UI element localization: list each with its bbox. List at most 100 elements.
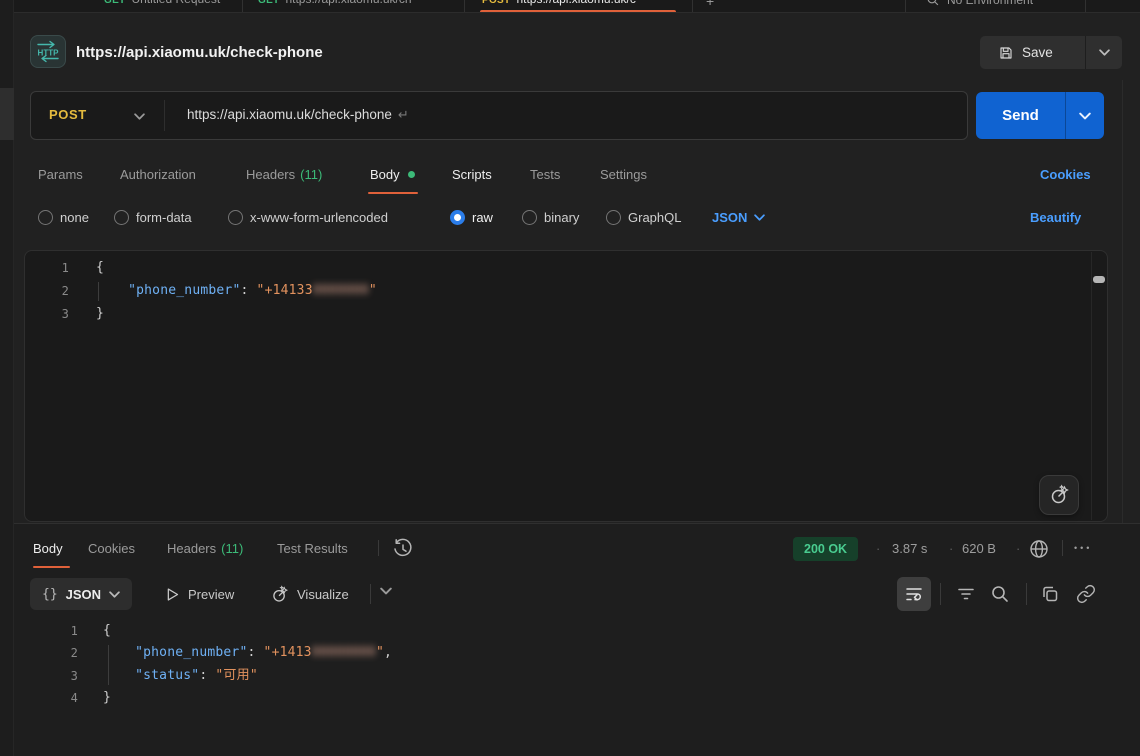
redacted-text: 00000000 xyxy=(312,645,376,660)
chevron-down-icon xyxy=(109,591,120,598)
line-number: 4 xyxy=(24,687,78,709)
headers-count: (11) xyxy=(300,167,322,182)
radio-icon xyxy=(228,210,243,225)
response-tab-test-results[interactable]: Test Results xyxy=(277,541,348,556)
active-tab-indicator xyxy=(368,192,418,194)
tab-divider xyxy=(692,0,693,13)
tab-headers[interactable]: Headers(11) xyxy=(246,167,322,182)
save-icon xyxy=(998,45,1014,61)
line-number: 1 xyxy=(24,620,78,642)
chevron-down-icon[interactable] xyxy=(134,113,145,120)
chevron-down-icon xyxy=(754,214,765,221)
beautify-link[interactable]: Beautify xyxy=(1030,210,1081,225)
radio-none[interactable]: none xyxy=(38,210,89,225)
status-badge[interactable]: 200 OK xyxy=(793,537,858,561)
save-options-button[interactable] xyxy=(1086,36,1122,69)
network-info-button[interactable] xyxy=(1028,538,1050,560)
response-format-dropdown[interactable]: {} JSON xyxy=(30,578,132,610)
new-tab-button[interactable]: + xyxy=(706,0,714,9)
filter-button[interactable] xyxy=(956,584,976,604)
send-options-button[interactable] xyxy=(1066,92,1104,139)
environment-selector[interactable]: No Environment xyxy=(926,0,1033,7)
link-button[interactable] xyxy=(1076,584,1096,604)
line-number: 3 xyxy=(24,665,78,687)
play-icon xyxy=(165,587,180,602)
send-button[interactable]: Send xyxy=(976,92,1104,139)
radio-form-data[interactable]: form-data xyxy=(114,210,192,225)
search-icon xyxy=(990,584,1010,604)
line-number: 1 xyxy=(25,257,69,279)
indent-guide xyxy=(98,282,99,301)
http-request-icon: HTTP xyxy=(30,35,66,68)
radio-x-www-form-urlencoded[interactable]: x-www-form-urlencoded xyxy=(228,210,388,225)
svg-text:HTTP: HTTP xyxy=(38,49,60,58)
radio-binary[interactable]: binary xyxy=(522,210,579,225)
request-body-editor[interactable]: 1 { 2 "phone_number": "+141330000000" 3 … xyxy=(24,250,1108,522)
editor-scrollbar[interactable] xyxy=(1091,252,1107,520)
line-number: 2 xyxy=(24,642,78,664)
tab-authorization[interactable]: Authorization xyxy=(120,167,196,182)
redacted-text: 0000000 xyxy=(313,283,369,298)
tab-tests[interactable]: Tests xyxy=(530,167,560,182)
copy-button[interactable] xyxy=(1040,584,1060,604)
word-wrap-button[interactable] xyxy=(897,577,931,611)
response-tab-headers[interactable]: Headers(11) xyxy=(167,541,243,556)
copy-icon xyxy=(1040,584,1060,604)
tab-divider xyxy=(242,0,243,13)
language-selector[interactable]: JSON xyxy=(712,210,765,225)
response-tab-cookies[interactable]: Cookies xyxy=(88,541,135,556)
tab-settings[interactable]: Settings xyxy=(600,167,647,182)
save-button[interactable]: Save xyxy=(980,36,1122,69)
tab-params[interactable]: Params xyxy=(38,167,83,182)
divider xyxy=(1062,540,1063,556)
tab-divider xyxy=(464,0,465,13)
sidebar-drag-handle[interactable] xyxy=(0,88,14,140)
tab-divider xyxy=(905,0,906,13)
request-tab-1[interactable]: GETUntitled Request xyxy=(104,0,220,6)
postbot-button[interactable] xyxy=(1039,475,1079,515)
visualize-button[interactable]: Visualize xyxy=(270,578,349,610)
chevron-down-icon xyxy=(1079,112,1091,120)
response-history-button[interactable] xyxy=(392,538,414,560)
headers-count: (11) xyxy=(221,541,243,556)
method-badge-post: POST xyxy=(482,0,510,6)
separator: · xyxy=(876,541,880,556)
preview-button[interactable]: Preview xyxy=(165,578,234,610)
separator: · xyxy=(949,541,953,556)
radio-graphql[interactable]: GraphQL xyxy=(606,210,681,225)
request-tab-2[interactable]: GEThttps://api.xiaomu.uk/ch xyxy=(258,0,412,6)
request-tab-active[interactable]: POSThttps://api.xiaomu.uk/c xyxy=(482,0,636,6)
search-icon xyxy=(926,0,940,7)
scrollbar-thumb[interactable] xyxy=(1093,276,1105,283)
tab-scripts[interactable]: Scripts xyxy=(452,167,492,182)
divider xyxy=(940,583,941,605)
word-wrap-icon xyxy=(905,585,923,603)
line-number: 2 xyxy=(25,280,69,302)
divider xyxy=(370,584,371,604)
radio-raw[interactable]: raw xyxy=(450,210,493,225)
more-actions-button[interactable]: ••• xyxy=(1074,543,1092,553)
url-input[interactable]: https://api.xiaomu.uk/check-phone↵ xyxy=(187,107,409,123)
method-selector[interactable]: POST xyxy=(49,107,87,122)
request-title: https://api.xiaomu.uk/check-phone xyxy=(76,44,323,61)
link-icon xyxy=(1076,584,1096,604)
radio-icon xyxy=(114,210,129,225)
tab-divider xyxy=(1085,0,1086,13)
separator: · xyxy=(1016,541,1020,556)
panel-right-border xyxy=(1122,80,1123,523)
radio-selected-icon xyxy=(450,210,465,225)
cookies-link[interactable]: Cookies xyxy=(1040,167,1091,182)
tab-body[interactable]: Body xyxy=(370,167,415,182)
chevron-down-icon xyxy=(380,587,392,595)
active-tab-indicator xyxy=(33,566,70,568)
response-size[interactable]: 620 B xyxy=(962,541,996,556)
response-time[interactable]: 3.87 s xyxy=(892,541,927,556)
globe-icon xyxy=(1028,538,1050,560)
response-tab-body[interactable]: Body xyxy=(33,541,63,556)
filter-icon xyxy=(956,584,976,604)
toolbar-expand-button[interactable] xyxy=(380,587,392,595)
workspace-tab-bar: GETUntitled Request GEThttps://api.xiaom… xyxy=(14,0,1140,13)
modified-dot xyxy=(408,171,415,178)
search-button[interactable] xyxy=(990,584,1010,604)
sparkle-wand-icon xyxy=(1048,484,1070,506)
